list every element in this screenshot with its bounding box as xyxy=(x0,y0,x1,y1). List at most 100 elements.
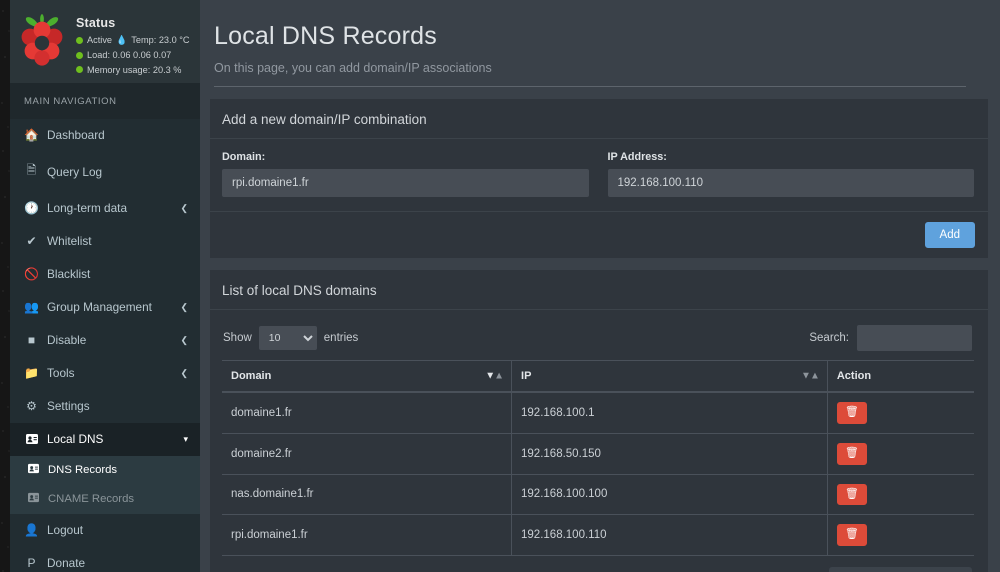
sidebar-item-settings[interactable]: ⚙ Settings xyxy=(10,390,200,423)
trash-icon: 🗑 xyxy=(845,528,859,540)
cell-ip: 192.168.100.1 xyxy=(512,392,828,433)
cell-domain: rpi.domaine1.fr xyxy=(222,515,512,556)
domain-field-group: Domain: xyxy=(222,151,589,197)
cell-action: 🗑 xyxy=(827,392,974,433)
address-card-icon xyxy=(26,463,40,477)
add-button[interactable]: Add xyxy=(925,222,975,248)
sidebar-item-disable[interactable]: ■ Disable ❮ xyxy=(10,324,200,357)
paypal-icon: P xyxy=(24,556,39,570)
cell-domain: nas.domaine1.fr xyxy=(222,474,512,515)
status-line-memory: Memory usage: 20.3 % xyxy=(76,65,190,75)
file-text-icon: 🗎 xyxy=(24,161,39,182)
trash-icon: 🗑 xyxy=(845,488,859,500)
local-dns-submenu: DNS Records CNAME Records xyxy=(10,456,200,514)
green-dot-icon xyxy=(76,66,83,73)
dns-records-table: Domain ▼▲ IP ▼▲ Action xyxy=(222,360,974,556)
status-text-block: Status Active 💧 Temp: 23.0 °C Load: 0.06… xyxy=(76,10,190,75)
chevron-left-icon: ❮ xyxy=(180,302,188,313)
delete-record-button[interactable]: 🗑 xyxy=(837,443,867,465)
sidebar-item-local-dns[interactable]: Local DNS ▾ xyxy=(10,423,200,456)
sidebar-item-label: Disable xyxy=(47,333,172,347)
chevron-left-icon: ❮ xyxy=(180,203,188,214)
delete-record-button[interactable]: 🗑 xyxy=(837,402,867,424)
sidebar-item-dashboard[interactable]: 🏠 Dashboard xyxy=(10,119,200,152)
add-record-panel-body: Domain: IP Address: xyxy=(210,139,988,211)
page-title: Local DNS Records xyxy=(214,22,978,51)
main-navigation-bottom: 👤 Logout P Donate xyxy=(10,514,200,572)
search-control: Search: xyxy=(809,325,972,351)
main-navigation: 🏠 Dashboard 🗎 Query Log 🕐 Long-term data… xyxy=(10,119,200,456)
cell-action: 🗑 xyxy=(827,474,974,515)
page-subtitle: On this page, you can add domain/IP asso… xyxy=(214,61,978,86)
sidebar-item-group-management[interactable]: 👥 Group Management ❮ xyxy=(10,291,200,324)
sort-desc-icon: ▼▲ xyxy=(485,371,503,382)
sidebar-item-label: Local DNS xyxy=(47,432,175,446)
main-content: Local DNS Records On this page, you can … xyxy=(200,0,1000,572)
sidebar-subitem-dns-records[interactable]: DNS Records xyxy=(10,456,200,485)
raspberry-pi-logo-icon xyxy=(16,10,68,66)
sidebar-item-blacklist[interactable]: 🚫 Blacklist xyxy=(10,258,200,291)
delete-record-button[interactable]: 🗑 xyxy=(837,524,867,546)
add-record-panel: Add a new domain/IP combination Domain: … xyxy=(210,99,988,258)
search-input[interactable] xyxy=(857,325,972,351)
sidebar-subitem-label: CNAME Records xyxy=(48,493,134,505)
address-card-icon xyxy=(26,492,40,506)
table-header-row: Domain ▼▲ IP ▼▲ Action xyxy=(222,361,974,393)
add-record-title: Add a new domain/IP combination xyxy=(222,112,974,127)
sidebar-item-tools[interactable]: 📁 Tools ❮ xyxy=(10,357,200,390)
table-row: domaine1.fr 192.168.100.1 🗑 xyxy=(222,392,974,433)
ban-icon: 🚫 xyxy=(24,267,39,281)
sidebar-item-label: Blacklist xyxy=(47,267,188,281)
table-row: nas.domaine1.fr 192.168.100.100 🗑 xyxy=(222,474,974,515)
stop-square-icon: ■ xyxy=(24,333,39,347)
folder-icon: 📁 xyxy=(24,366,39,380)
sidebar-item-long-term-data[interactable]: 🕐 Long-term data ❮ xyxy=(10,192,200,225)
column-header-action: Action xyxy=(827,361,974,393)
search-label: Search: xyxy=(809,332,849,344)
sidebar-item-label: Settings xyxy=(47,399,188,413)
pagination: Previous 1 Next xyxy=(829,567,972,572)
status-line-load: Load: 0.06 0.06 0.07 xyxy=(76,50,190,60)
page-header: Local DNS Records On this page, you can … xyxy=(200,0,1000,87)
sidebar-item-donate[interactable]: P Donate xyxy=(10,547,200,572)
nav-section-header: MAIN NAVIGATION xyxy=(10,83,200,119)
sidebar-item-label: Long-term data xyxy=(47,201,172,215)
sidebar-subitem-cname-records[interactable]: CNAME Records xyxy=(10,485,200,514)
ip-label: IP Address: xyxy=(608,151,975,163)
status-active-text: Active xyxy=(87,35,112,45)
column-header-domain[interactable]: Domain ▼▲ xyxy=(222,361,512,393)
pagination-previous[interactable]: Previous xyxy=(829,567,895,572)
column-header-ip[interactable]: IP ▼▲ xyxy=(512,361,828,393)
sidebar-item-whitelist[interactable]: ✔ Whitelist xyxy=(10,225,200,258)
water-drop-icon: 💧 xyxy=(116,35,127,46)
domain-input[interactable] xyxy=(222,169,589,197)
sidebar-subitem-label: DNS Records xyxy=(48,464,117,476)
delete-record-button[interactable]: 🗑 xyxy=(837,484,867,506)
status-load-text: Load: 0.06 0.06 0.07 xyxy=(87,50,171,60)
show-label: Show xyxy=(223,332,252,344)
sidebar-item-label: Tools xyxy=(47,366,172,380)
dns-list-title: List of local DNS domains xyxy=(222,283,974,298)
sidebar-item-label: Query Log xyxy=(47,165,188,179)
cell-ip: 192.168.100.110 xyxy=(512,515,828,556)
sidebar-item-label: Donate xyxy=(47,556,188,570)
status-memory-text: Memory usage: 20.3 % xyxy=(87,65,181,75)
page-length-select[interactable]: 10 25 50 100 All xyxy=(259,326,317,350)
clock-icon: 🕐 xyxy=(24,201,39,215)
page-length-control: Show 10 25 50 100 All entries xyxy=(223,326,358,350)
pagination-page-1[interactable]: 1 xyxy=(894,567,926,572)
sidebar-item-query-log[interactable]: 🗎 Query Log xyxy=(10,152,200,192)
sidebar-item-logout[interactable]: 👤 Logout xyxy=(10,514,200,547)
sidebar: Status Active 💧 Temp: 23.0 °C Load: 0.06… xyxy=(10,0,200,572)
table-controls: Show 10 25 50 100 All entries Search: xyxy=(222,322,974,360)
add-record-form: Domain: IP Address: xyxy=(222,151,974,197)
green-dot-icon xyxy=(76,37,83,44)
sidebar-item-label: Whitelist xyxy=(47,234,188,248)
cell-ip: 192.168.50.150 xyxy=(512,433,828,474)
cell-action: 🗑 xyxy=(827,515,974,556)
table-row: domaine2.fr 192.168.50.150 🗑 xyxy=(222,433,974,474)
ip-address-input[interactable] xyxy=(608,169,975,197)
pagination-next[interactable]: Next xyxy=(927,567,972,572)
table-footer: Showing 1 to 4 of 4 entries Previous 1 N… xyxy=(222,556,974,572)
status-temp-text: Temp: 23.0 °C xyxy=(131,35,189,45)
